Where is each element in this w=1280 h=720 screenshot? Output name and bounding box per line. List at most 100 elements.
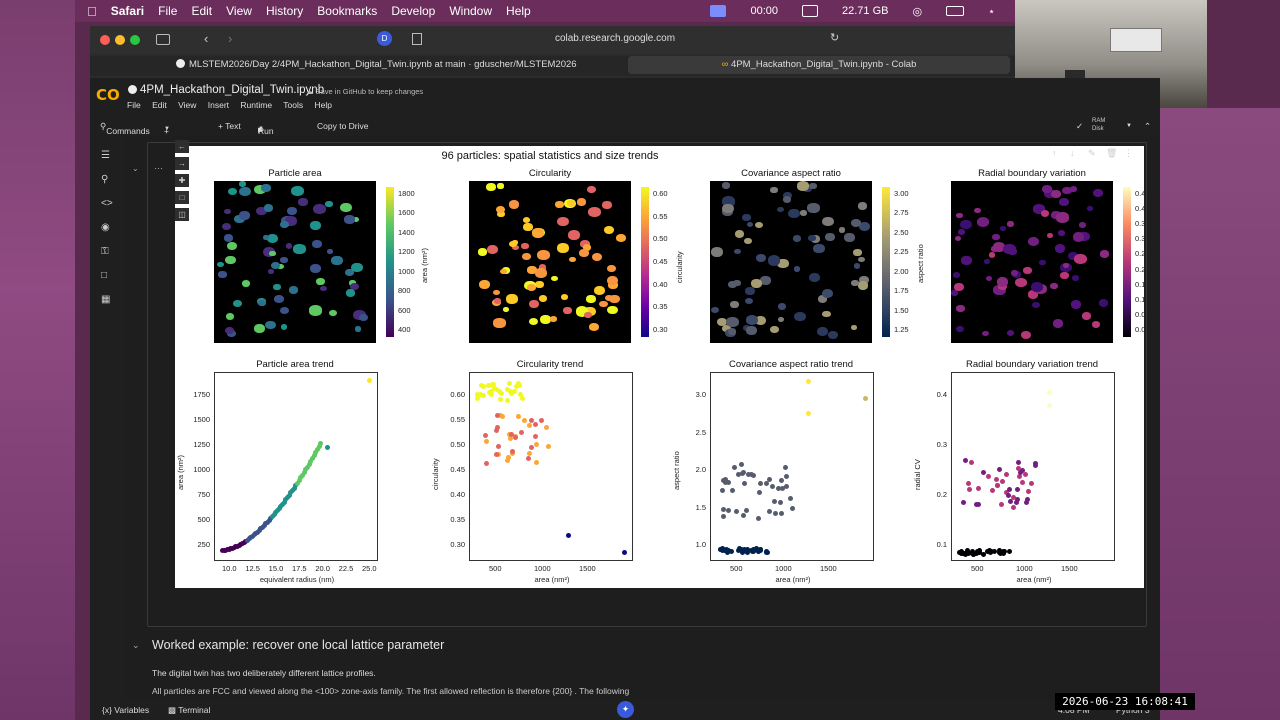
terminal-button[interactable]: ▩ Terminal [168, 705, 210, 716]
menu-file[interactable]: File [158, 4, 177, 18]
particle [526, 283, 536, 292]
move-cell-down-icon[interactable]: ↓ [1070, 148, 1075, 158]
memory-readout[interactable]: 22.71 GB [842, 5, 888, 17]
colab-menu-help[interactable]: Help [315, 100, 332, 110]
particle [726, 317, 739, 328]
menu-window[interactable]: Window [449, 4, 492, 18]
save-github-link[interactable]: ☁ Save in GitHub to keep changes [306, 87, 423, 96]
menu-develop[interactable]: Develop [391, 4, 435, 18]
menu-help[interactable]: Help [506, 4, 531, 18]
code-snippets-icon[interactable]: <> [101, 198, 113, 209]
sidebar-toggle-icon[interactable] [156, 34, 170, 45]
particle [1040, 210, 1050, 218]
menu-edit[interactable]: Edit [191, 4, 212, 18]
scatter-point [1015, 459, 1021, 465]
particle [556, 242, 569, 253]
zoom-window-button[interactable] [130, 35, 140, 45]
address-bar[interactable]: colab.research.google.com [380, 30, 850, 48]
battery-icon[interactable] [946, 6, 965, 16]
output-pan-icon[interactable]: ✚ [175, 174, 189, 187]
particle-map-3 [951, 181, 1113, 343]
scatter-point [538, 418, 544, 424]
menu-bookmarks[interactable]: Bookmarks [317, 4, 377, 18]
menu-safari[interactable]: Safari [111, 4, 144, 18]
trend-title-3: Radial boundary variation trend [965, 359, 1099, 370]
minimize-window-button[interactable] [115, 35, 125, 45]
particle [750, 279, 762, 289]
colab-menu-edit[interactable]: Edit [152, 100, 167, 110]
output-zoom-icon[interactable]: □ [175, 191, 189, 204]
table-icon[interactable]: ▦ [101, 294, 112, 305]
section-collapse-chevron-icon[interactable]: ⌄ [132, 640, 140, 651]
particle [225, 313, 235, 320]
x-tick: 1000 [775, 564, 792, 573]
particle [599, 300, 608, 308]
particle [825, 233, 836, 242]
find-icon[interactable]: ⚲ [101, 174, 112, 185]
variables-eye-icon[interactable]: ◉ [101, 222, 112, 233]
copy-to-drive-button[interactable]: Copy to Drive [317, 121, 369, 131]
variables-label: Variables [114, 705, 150, 715]
colab-menu-tools[interactable]: Tools [283, 100, 303, 110]
scatter-point [994, 477, 1000, 483]
y-tick: 0.4 [936, 390, 947, 399]
particle [742, 214, 751, 221]
forward-icon[interactable]: › [228, 31, 232, 46]
apple-icon[interactable]:  [87, 4, 97, 19]
colab-menu-file[interactable]: File [127, 100, 141, 110]
particle [1003, 243, 1016, 254]
particle [270, 261, 280, 270]
scatter-point [1024, 496, 1030, 502]
collapse-header-icon[interactable]: ⌃ [1144, 121, 1151, 132]
wifi-icon[interactable]: ◎ [913, 5, 923, 18]
files-folder-icon[interactable]: □ [101, 270, 112, 281]
chevron-down-icon[interactable]: ▼ [164, 126, 170, 132]
scatter-point [484, 438, 490, 444]
move-cell-up-icon[interactable]: ↑ [1052, 148, 1057, 158]
commands-button[interactable]: ⚲ Commands [100, 121, 150, 136]
menu-view[interactable]: View [226, 4, 252, 18]
scatter-point [966, 480, 972, 486]
bluetooth-icon[interactable]: ⋆ [988, 5, 995, 18]
particle [602, 200, 613, 209]
tab-github[interactable]: MLSTEM2026/Day 2/4PM_Hackathon_Digital_T… [176, 56, 616, 74]
scatter-point [968, 460, 974, 466]
particle [522, 252, 532, 260]
particle [591, 252, 603, 262]
tab-colab-label: 4PM_Hackathon_Digital_Twin.ipynb - Colab [731, 59, 917, 70]
scatter-point [533, 434, 539, 440]
notebook-title[interactable]: 4PM_Hackathon_Digital_Twin.ipynb [128, 84, 324, 96]
toc-icon[interactable]: ☰ [101, 150, 112, 161]
particle [354, 326, 362, 332]
cell-menu-icon[interactable]: ⋮ [1124, 148, 1133, 159]
secrets-key-icon[interactable]: ⚿ [101, 246, 112, 257]
cloud-off-icon: ☁ [306, 87, 314, 96]
cell-more-icon[interactable]: ⋯ [154, 163, 163, 174]
close-window-button[interactable] [100, 35, 110, 45]
colab-menu-view[interactable]: View [178, 100, 196, 110]
menu-history[interactable]: History [266, 4, 303, 18]
particle [1050, 282, 1058, 289]
ram-disk-chevron-icon[interactable]: ▼ [1126, 123, 1132, 129]
ram-disk-indicator[interactable]: RAM Disk [1092, 117, 1105, 133]
chevron-down-icon[interactable]: ▼ [258, 126, 264, 132]
edit-cell-icon[interactable]: ✎ [1088, 148, 1096, 159]
colab-menu-runtime[interactable]: Runtime [240, 100, 272, 110]
gemini-button[interactable]: ✦ [617, 701, 634, 718]
colorbar-tick: 0.55 [653, 211, 668, 221]
screen-share-icon[interactable] [710, 5, 727, 17]
particle [954, 235, 962, 241]
variables-button[interactable]: {x} Variables [102, 705, 149, 715]
scatter-point [725, 508, 731, 514]
delete-cell-icon[interactable]: 🗑 [1106, 148, 1117, 159]
back-icon[interactable]: ‹ [204, 31, 208, 46]
scatter-point [758, 547, 764, 553]
colab-menu-insert[interactable]: Insert [208, 100, 229, 110]
tab-colab[interactable]: ∞ 4PM_Hackathon_Digital_Twin.ipynb - Col… [628, 56, 1010, 74]
output-save-icon[interactable]: ◫ [175, 208, 189, 221]
colab-logo[interactable]: CO [96, 86, 120, 104]
add-text-button[interactable]: + Text [218, 121, 241, 131]
menu-clock[interactable]: 00:00 [750, 5, 778, 17]
cell-collapse-chevron-icon[interactable]: ⌄ [132, 164, 139, 173]
particle [340, 202, 353, 213]
